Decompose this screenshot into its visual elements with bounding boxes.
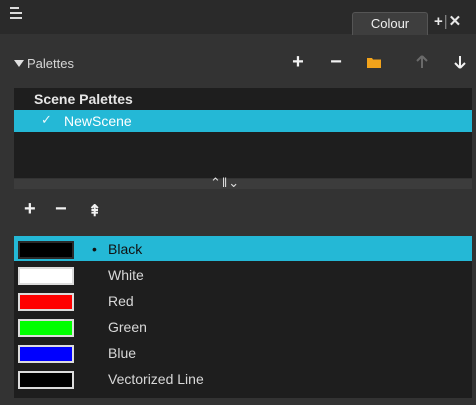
colour-swatch bbox=[18, 267, 74, 285]
folder-icon[interactable] bbox=[364, 50, 384, 74]
remove-palette-button[interactable]: − bbox=[326, 50, 346, 74]
palette-item-newscene[interactable]: ✓ NewScene bbox=[14, 110, 472, 132]
current-colour-indicator: • bbox=[92, 241, 97, 257]
tab-actions: +|✕ bbox=[434, 12, 461, 30]
arrow-down-icon[interactable] bbox=[450, 50, 470, 74]
palettes-title: Palettes bbox=[27, 56, 74, 71]
colour-swatch bbox=[18, 371, 74, 389]
arrow-up-icon[interactable] bbox=[412, 50, 432, 74]
palette-list: Scene Palettes ✓ NewScene bbox=[14, 88, 472, 178]
colour-swatch bbox=[18, 241, 74, 259]
texture-colour-button[interactable]: ⇞ bbox=[88, 201, 101, 221]
close-tab-icon[interactable]: ✕ bbox=[449, 13, 462, 30]
colour-name: Vectorized Line bbox=[108, 371, 204, 387]
colour-name: Red bbox=[108, 293, 134, 309]
colour-swatch bbox=[18, 293, 74, 311]
add-palette-button[interactable]: + bbox=[288, 50, 308, 74]
colour-row-black[interactable]: • Black bbox=[14, 236, 472, 261]
palette-group-label: Scene Palettes bbox=[34, 91, 133, 107]
colour-panel: Colour +|✕ Palettes + − Scene Palettes ✓… bbox=[0, 0, 476, 405]
colour-name: Blue bbox=[108, 345, 137, 361]
colour-list: • Black White Red Green Blue Vectorized … bbox=[14, 236, 472, 398]
colour-name: White bbox=[108, 267, 144, 283]
colour-row-blue[interactable]: Blue bbox=[14, 340, 472, 365]
triangle-down-icon bbox=[14, 60, 24, 67]
menu-icon[interactable] bbox=[10, 7, 24, 23]
colour-row-vectorized-line[interactable]: Vectorized Line bbox=[14, 366, 472, 391]
colour-swatch bbox=[18, 345, 74, 363]
tab-colour[interactable]: Colour bbox=[352, 12, 428, 35]
colour-name: Green bbox=[108, 319, 147, 335]
list-splitter[interactable]: ⌃‖⌄ bbox=[14, 175, 472, 190]
colour-row-red[interactable]: Red bbox=[14, 288, 472, 313]
colour-swatch bbox=[18, 319, 74, 337]
colour-name: Black bbox=[108, 241, 143, 257]
tab-actions-divider: | bbox=[443, 13, 448, 30]
palette-name: NewScene bbox=[64, 113, 132, 129]
colour-row-green[interactable]: Green bbox=[14, 314, 472, 339]
colour-row-white[interactable]: White bbox=[14, 262, 472, 287]
add-tab-icon[interactable]: + bbox=[434, 13, 443, 30]
splitter-collapse-controls[interactable]: ⌃‖⌄ bbox=[210, 175, 240, 191]
checkmark-icon: ✓ bbox=[41, 112, 52, 127]
add-colour-button[interactable]: + bbox=[24, 198, 36, 221]
remove-colour-button[interactable]: − bbox=[55, 198, 67, 221]
panel-topbar: Colour +|✕ bbox=[0, 0, 476, 35]
palettes-section-toggle[interactable]: Palettes bbox=[14, 56, 74, 71]
